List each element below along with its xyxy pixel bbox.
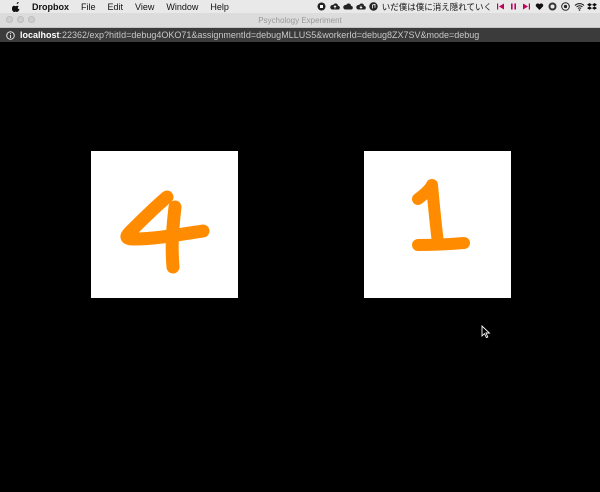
close-window-button[interactable] <box>6 16 13 23</box>
menu-help[interactable]: Help <box>210 2 229 12</box>
wifi-icon[interactable] <box>574 2 585 11</box>
left-digit-value: 4 <box>131 177 198 273</box>
dropbox-icon[interactable] <box>587 2 597 11</box>
left-stimulus-card[interactable]: 4 <box>91 151 238 298</box>
status-area: いだ僕は僕に消え隠れていく <box>317 0 597 13</box>
menu-edit[interactable]: Edit <box>108 2 124 12</box>
menu-window[interactable]: Window <box>166 2 198 12</box>
menu-dropbox[interactable]: Dropbox <box>32 2 69 12</box>
music-app-icon[interactable] <box>369 2 378 11</box>
apple-icon[interactable] <box>12 1 22 12</box>
target-icon[interactable] <box>561 2 570 11</box>
previous-track-icon[interactable] <box>496 2 505 11</box>
zoom-window-button[interactable] <box>28 16 35 23</box>
now-playing-text[interactable]: いだ僕は僕に消え隠れていく <box>382 1 492 13</box>
url-host[interactable]: localhost <box>20 30 60 40</box>
left-digit: 4 <box>91 151 238 298</box>
heart-icon[interactable] <box>535 2 544 11</box>
menu-bar: Dropbox File Edit View Window Help いだ僕は僕… <box>0 0 600 13</box>
cloud-download-icon[interactable] <box>356 2 366 11</box>
cloud-upload-icon[interactable] <box>330 2 340 11</box>
url-path[interactable]: :22362/exp?hitId=debug4OKO71&assignmentI… <box>60 30 480 40</box>
address-bar[interactable]: localhost:22362/exp?hitId=debug4OKO71&as… <box>0 28 600 42</box>
mouse-cursor-icon <box>481 325 491 339</box>
window-title: Psychology Experiment <box>258 15 342 25</box>
minimize-window-button[interactable] <box>17 16 24 23</box>
menu-view[interactable]: View <box>135 2 154 12</box>
circle-app-icon[interactable] <box>548 2 557 11</box>
info-icon[interactable] <box>6 30 15 40</box>
record-icon[interactable] <box>317 2 326 11</box>
pause-icon[interactable] <box>509 2 518 11</box>
window-controls <box>6 16 35 23</box>
right-digit-value: 1 <box>404 177 471 273</box>
experiment-canvas: 4 1 <box>0 42 600 492</box>
menu-file[interactable]: File <box>81 2 96 12</box>
window-title-bar: Psychology Experiment <box>0 13 600 28</box>
right-digit: 1 <box>364 151 511 298</box>
right-stimulus-card[interactable]: 1 <box>364 151 511 298</box>
next-track-icon[interactable] <box>522 2 531 11</box>
cloud-icon[interactable] <box>343 2 353 11</box>
